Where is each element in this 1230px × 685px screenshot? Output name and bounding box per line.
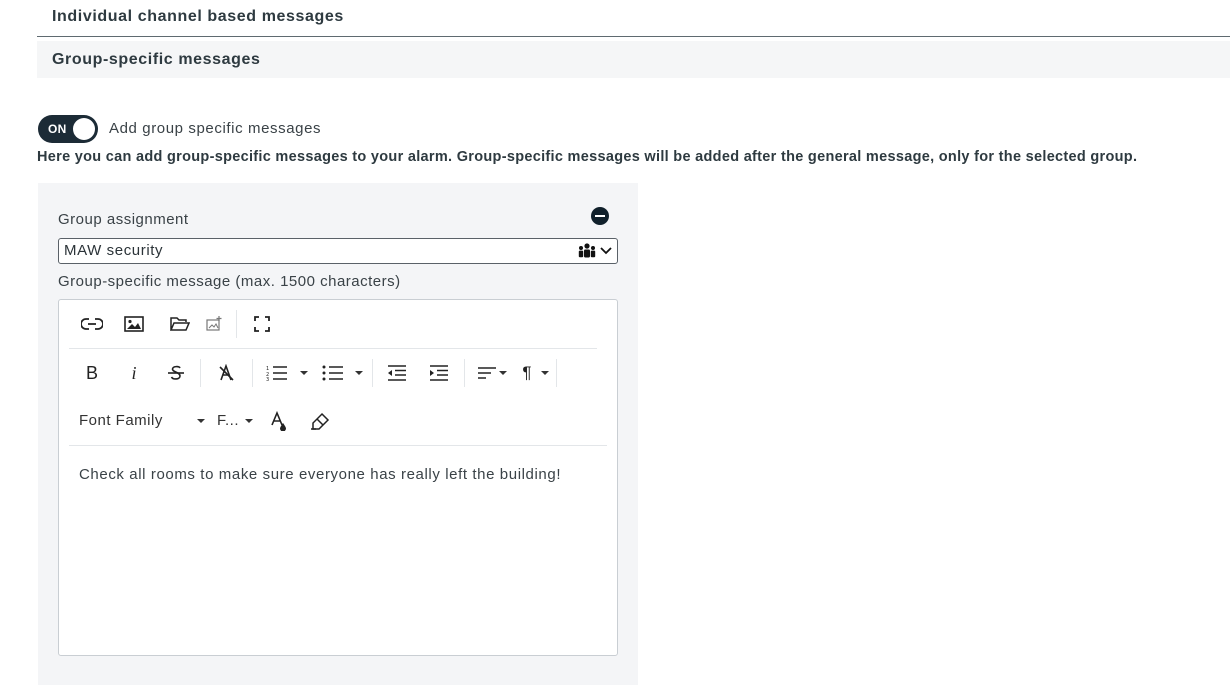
section-header-individual-channel[interactable]: Individual channel based messages: [37, 0, 1230, 37]
group-select[interactable]: MAW security: [58, 238, 618, 264]
toggle-caption: Add group specific messages: [109, 120, 322, 137]
strikethrough-icon[interactable]: [162, 359, 190, 387]
section-title: Group-specific messages: [52, 51, 261, 68]
toggle-state-label: ON: [48, 122, 67, 136]
paragraph-format-icon[interactable]: ¶: [513, 359, 541, 387]
bold-icon[interactable]: B: [78, 359, 106, 387]
text-color-icon[interactable]: [265, 407, 293, 435]
outdent-icon[interactable]: [383, 359, 411, 387]
group-message-label: Group-specific message (max. 1500 charac…: [58, 273, 401, 290]
group-assignment-label: Group assignment: [58, 211, 189, 228]
svg-text:3: 3: [266, 377, 269, 381]
align-icon[interactable]: [473, 359, 501, 387]
fullscreen-icon[interactable]: [248, 310, 276, 338]
folder-open-icon[interactable]: [166, 310, 194, 338]
section-header-group-specific[interactable]: Group-specific messages: [37, 41, 1230, 78]
font-size-dropdown[interactable]: F...: [217, 412, 239, 429]
italic-icon[interactable]: i: [120, 359, 148, 387]
unordered-list-icon[interactable]: [319, 359, 347, 387]
ordered-list-icon[interactable]: 123: [263, 359, 291, 387]
group-panel: Group assignment MAW security Group-spec…: [38, 183, 638, 685]
rich-text-editor: B i 123 ¶ Font Family F... Check all roo…: [58, 299, 618, 656]
selected-group-value: MAW security: [64, 242, 164, 259]
toggle-knob: [73, 118, 95, 140]
group-users-icon: [577, 242, 597, 263]
remove-group-button[interactable]: [591, 207, 609, 225]
highlight-icon[interactable]: [306, 407, 334, 435]
image-icon[interactable]: [120, 310, 148, 338]
section-title: Individual channel based messages: [52, 8, 344, 25]
chevron-down-icon: [599, 243, 613, 262]
editor-content-area[interactable]: Check all rooms to make sure everyone ha…: [79, 466, 561, 483]
indent-icon[interactable]: [425, 359, 453, 387]
info-text: Here you can add group-specific messages…: [37, 149, 1138, 165]
clear-format-icon[interactable]: [212, 359, 240, 387]
image-upload-icon[interactable]: [200, 310, 228, 338]
group-messages-toggle[interactable]: ON: [38, 115, 98, 143]
link-icon[interactable]: [78, 310, 106, 338]
font-family-dropdown[interactable]: Font Family: [79, 412, 163, 429]
